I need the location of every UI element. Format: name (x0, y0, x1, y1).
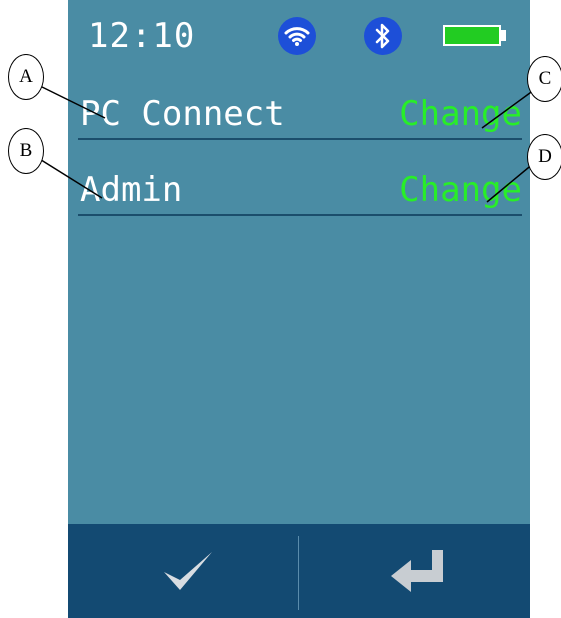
wifi-icon (278, 17, 316, 55)
row-divider (78, 138, 522, 140)
change-button-admin[interactable]: Change (399, 170, 522, 210)
bottom-bar-divider (298, 536, 299, 610)
callout-a: A (8, 54, 44, 100)
clock: 12:10 (88, 16, 196, 56)
callout-c: C (527, 56, 561, 102)
back-button[interactable] (368, 538, 468, 604)
checkmark-icon (164, 552, 212, 590)
bluetooth-icon (364, 17, 402, 55)
status-bar: 12:10 (68, 0, 530, 70)
setting-label-pc-connect: PC Connect (80, 94, 285, 134)
change-button-pc-connect[interactable]: Change (399, 94, 522, 134)
battery-full-icon (443, 25, 501, 46)
row-divider (78, 214, 522, 216)
battery-tip (501, 30, 506, 41)
callout-b: B (8, 128, 44, 174)
return-arrow-icon (391, 550, 443, 592)
device-screen: 12:10 PC Connect Change Admin Change (68, 0, 530, 618)
bottom-bar (68, 524, 530, 618)
setting-label-admin: Admin (80, 170, 183, 210)
setting-row-admin: Admin Change (78, 156, 522, 216)
callout-d: D (527, 134, 561, 180)
confirm-button[interactable] (138, 538, 238, 604)
setting-row-pc-connect: PC Connect Change (78, 80, 522, 140)
